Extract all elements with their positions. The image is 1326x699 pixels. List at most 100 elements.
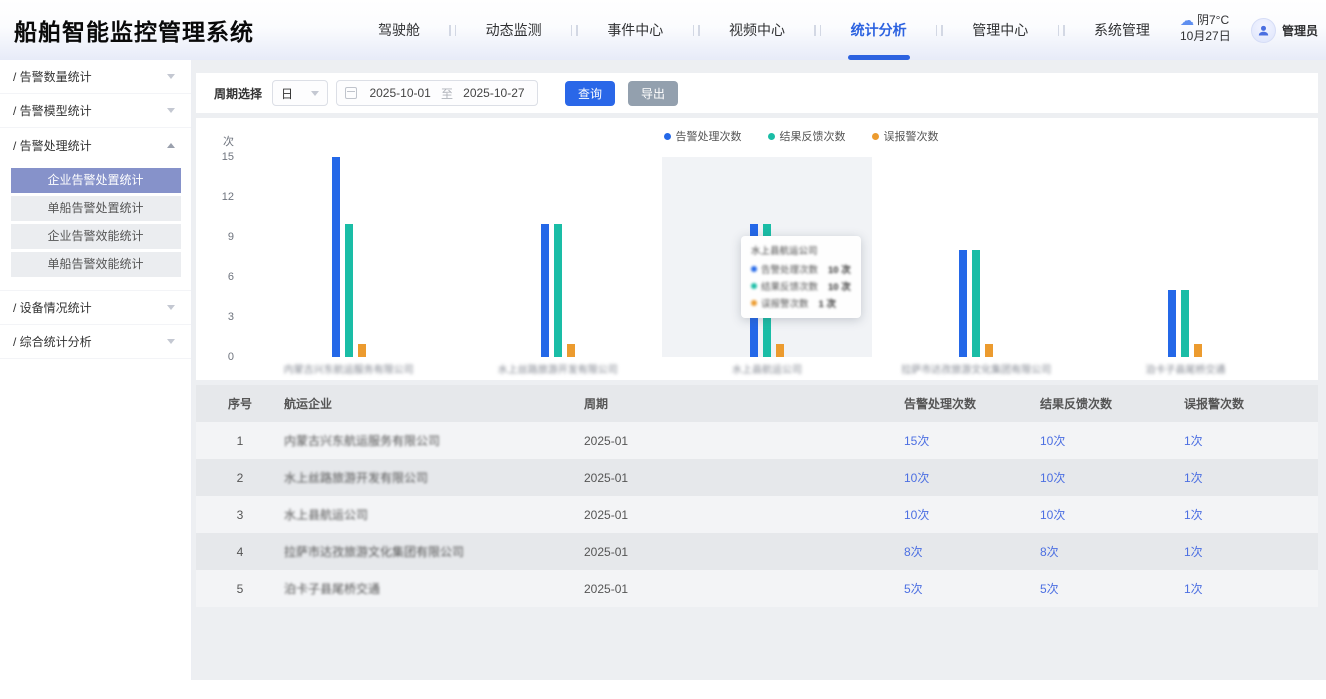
sidebar-item-company-alarm-disposal[interactable]: 企业告警处置统计 xyxy=(11,168,181,193)
filter-toolbar: 周期选择 日 2025-10-01 至 2025-10-27 查询 导出 xyxy=(196,73,1318,113)
sidebar-group-label: / 设备情况统计 xyxy=(13,299,92,316)
nav-divider xyxy=(693,25,700,36)
bar[interactable] xyxy=(332,157,340,357)
handled-count-link[interactable]: 10次 xyxy=(904,471,929,485)
company-cell: 水上丝路旅游开发有限公司 xyxy=(284,469,584,486)
nav-divider xyxy=(449,25,456,36)
bar[interactable] xyxy=(776,344,784,357)
period-cell: 2025-01 xyxy=(584,582,904,596)
query-button[interactable]: 查询 xyxy=(565,81,615,106)
y-tick: 15 xyxy=(196,151,234,163)
legend-dot xyxy=(768,133,775,140)
legend-item-result-feedback[interactable]: 结果反馈次数 xyxy=(768,128,846,144)
bar[interactable] xyxy=(959,250,967,357)
statistics-table: 序号 航运企业 周期 告警处理次数 结果反馈次数 误报警次数 1 内蒙古兴东航运… xyxy=(196,385,1318,607)
sidebar-item-company-alarm-efficiency[interactable]: 企业告警效能统计 xyxy=(11,224,181,249)
company-cell: 泊卡子县尾桥交通 xyxy=(284,580,584,597)
sidebar-item-ship-alarm-efficiency[interactable]: 单船告警效能统计 xyxy=(11,252,181,277)
feedback-count-link[interactable]: 8次 xyxy=(1040,545,1059,559)
nav-item-video-center[interactable]: 视频中心 xyxy=(729,0,785,60)
sidebar-group-device-status[interactable]: / 设备情况统计 xyxy=(0,291,191,325)
sidebar-group-comprehensive-analysis[interactable]: / 综合统计分析 xyxy=(0,325,191,359)
false-alarm-count-link[interactable]: 1次 xyxy=(1184,582,1203,596)
col-header-handled: 告警处理次数 xyxy=(904,395,1040,412)
chevron-up-icon xyxy=(167,143,175,148)
feedback-count-link[interactable]: 10次 xyxy=(1040,508,1065,522)
chart-tooltip: 水上县航运公司 告警处理次数 10 次 结果反馈次数 10 次 误报警次数 1 … xyxy=(741,236,861,318)
table-row: 5 泊卡子县尾桥交通 2025-01 5次 5次 1次 xyxy=(196,570,1318,607)
export-button[interactable]: 导出 xyxy=(628,81,678,106)
tooltip-dot xyxy=(751,266,757,272)
y-tick: 6 xyxy=(196,271,234,283)
table-row: 3 水上县航运公司 2025-01 10次 10次 1次 xyxy=(196,496,1318,533)
date-range-picker[interactable]: 2025-10-01 至 2025-10-27 xyxy=(336,80,538,106)
main-content: 周期选择 日 2025-10-01 至 2025-10-27 查询 导出 告警处… xyxy=(192,60,1326,680)
weather-date: 10月27日 xyxy=(1180,28,1242,44)
nav-item-system-management[interactable]: 系统管理 xyxy=(1094,0,1150,60)
date-end-value[interactable]: 2025-10-27 xyxy=(459,86,529,100)
bar-group[interactable] xyxy=(872,157,1081,357)
bar[interactable] xyxy=(358,344,366,357)
x-axis-label: 泊卡子县尾桥交通 xyxy=(1081,361,1290,376)
avatar[interactable] xyxy=(1251,18,1276,43)
bar[interactable] xyxy=(1168,290,1176,357)
bar[interactable] xyxy=(1181,290,1189,357)
period-select[interactable]: 日 xyxy=(272,80,328,106)
false-alarm-count-link[interactable]: 1次 xyxy=(1184,508,1203,522)
sidebar-group-alarm-quantity[interactable]: / 告警数量统计 xyxy=(0,60,191,94)
bar-group[interactable] xyxy=(244,157,453,357)
app-title: 船舶智能监控管理系统 xyxy=(14,13,254,47)
x-axis-label: 内蒙古兴东航运服务有限公司 xyxy=(244,361,453,376)
bar[interactable] xyxy=(541,224,549,357)
col-header-period: 周期 xyxy=(584,395,904,412)
nav-item-event-center[interactable]: 事件中心 xyxy=(607,0,663,60)
table-row: 2 水上丝路旅游开发有限公司 2025-01 10次 10次 1次 xyxy=(196,459,1318,496)
handled-count-link[interactable]: 5次 xyxy=(904,582,923,596)
false-alarm-count-link[interactable]: 1次 xyxy=(1184,471,1203,485)
feedback-count-link[interactable]: 5次 xyxy=(1040,582,1059,596)
bar[interactable] xyxy=(985,344,993,357)
sidebar-group-label: / 告警数量统计 xyxy=(13,68,92,85)
bar[interactable] xyxy=(567,344,575,357)
x-axis-label: 水上县航运公司 xyxy=(662,361,871,376)
period-select-label: 周期选择 xyxy=(214,85,262,102)
date-range-separator: 至 xyxy=(435,85,458,102)
nav-divider xyxy=(571,25,578,36)
bar[interactable] xyxy=(1194,344,1202,357)
nav-item-statistics-analysis[interactable]: 统计分析 xyxy=(851,0,907,60)
handled-count-link[interactable]: 10次 xyxy=(904,508,929,522)
sidebar-item-ship-alarm-disposal[interactable]: 单船告警处置统计 xyxy=(11,196,181,221)
y-tick: 9 xyxy=(196,231,234,243)
nav-divider xyxy=(936,25,943,36)
bar[interactable] xyxy=(554,224,562,357)
false-alarm-count-link[interactable]: 1次 xyxy=(1184,434,1203,448)
company-cell: 拉萨市达孜旅游文化集团有限公司 xyxy=(284,543,584,560)
handled-count-link[interactable]: 15次 xyxy=(904,434,929,448)
col-header-feedback: 结果反馈次数 xyxy=(1040,395,1184,412)
weather-temp: 阴7°C xyxy=(1197,12,1229,28)
feedback-count-link[interactable]: 10次 xyxy=(1040,434,1065,448)
bar[interactable] xyxy=(345,224,353,357)
sidebar-group-alarm-model[interactable]: / 告警模型统计 xyxy=(0,94,191,128)
nav-divider xyxy=(814,25,821,36)
person-icon xyxy=(1256,23,1271,38)
nav-item-dynamic-monitoring[interactable]: 动态监测 xyxy=(486,0,542,60)
sidebar-group-alarm-handling[interactable]: / 告警处理统计 xyxy=(0,128,191,162)
chevron-down-icon xyxy=(167,339,175,344)
legend-item-alarm-handled[interactable]: 告警处理次数 xyxy=(664,128,742,144)
bar[interactable] xyxy=(972,250,980,357)
bar-group[interactable] xyxy=(1081,157,1290,357)
date-start-value[interactable]: 2025-10-01 xyxy=(365,86,435,100)
nav-item-management-center[interactable]: 管理中心 xyxy=(972,0,1028,60)
nav-item-cockpit[interactable]: 驾驶舱 xyxy=(378,0,420,60)
feedback-count-link[interactable]: 10次 xyxy=(1040,471,1065,485)
false-alarm-count-link[interactable]: 1次 xyxy=(1184,545,1203,559)
period-cell: 2025-01 xyxy=(584,471,904,485)
chevron-down-icon xyxy=(311,91,319,96)
handled-count-link[interactable]: 8次 xyxy=(904,545,923,559)
legend-item-false-alarm[interactable]: 误报警次数 xyxy=(872,128,939,144)
bar-group[interactable] xyxy=(453,157,662,357)
user-box[interactable]: 管理员 xyxy=(1251,0,1318,60)
period-cell: 2025-01 xyxy=(584,434,904,448)
legend-dot xyxy=(664,133,671,140)
